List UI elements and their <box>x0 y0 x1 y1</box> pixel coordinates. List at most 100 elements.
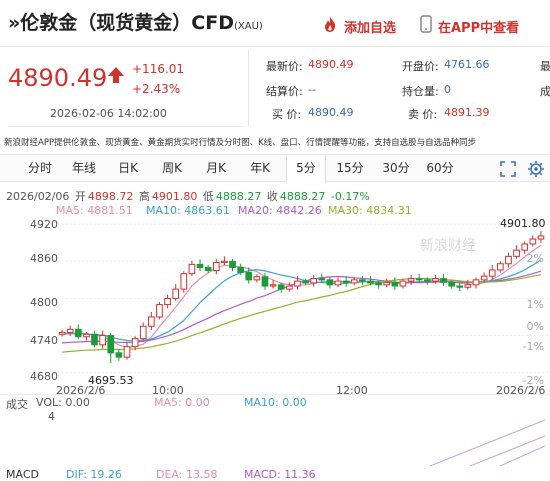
candle-body <box>180 273 188 290</box>
instrument-code: (XAU) <box>233 21 263 32</box>
settle-value: -- <box>308 83 316 96</box>
candle-body <box>131 338 139 348</box>
candle-body <box>204 266 212 272</box>
candle-body <box>196 263 204 268</box>
tab-daily-k[interactable]: 日K <box>110 155 146 182</box>
candle-body <box>407 278 415 282</box>
tab-15min[interactable]: 15分 <box>332 155 368 182</box>
info-description: 新浪财经APP提供伦敦金、现货黄金、黄金期货实时行情及分时图、K线、盘口、行情提… <box>4 138 477 148</box>
candle-body <box>285 285 293 290</box>
phone-icon <box>420 15 432 37</box>
ohlc-row: 2026/02/06 开 4898.72 高 4901.80 低 4888.27 收4… <box>6 190 370 203</box>
candle-body <box>212 262 220 272</box>
tab-year-line[interactable]: 年线 <box>66 155 102 182</box>
candle-body <box>123 346 131 358</box>
price-change: +116.01 <box>132 62 185 76</box>
candle-body <box>456 285 464 288</box>
hold-label: 持仓量: <box>402 85 439 98</box>
open-value: 4761.66 <box>444 58 490 71</box>
macd-label: MACD <box>6 468 39 481</box>
price-divider <box>8 126 242 127</box>
view-in-app-button[interactable]: 在APP中查看 <box>420 15 519 37</box>
flame-icon <box>322 15 338 37</box>
candle-body <box>415 278 423 281</box>
candle-body <box>537 235 545 240</box>
candle-body <box>350 279 358 284</box>
candle-body <box>91 333 98 346</box>
page-title: »伦敦金（现货黄金）CFD(XAU) <box>8 12 263 34</box>
kline-chart[interactable]: 新浪财经 4901.80 4695.53 <box>0 212 550 402</box>
candle-body <box>318 278 326 281</box>
candle-body <box>383 281 391 286</box>
bid-label: 买 价: <box>272 108 302 121</box>
candle-body <box>521 243 529 251</box>
ma-lines <box>62 244 542 353</box>
chart-grid <box>58 223 550 374</box>
candle-body <box>115 352 123 358</box>
candle-body <box>58 331 66 335</box>
tab-yearly-k[interactable]: 年K <box>242 155 278 182</box>
macd-value: MACD: 11.36 <box>244 468 316 481</box>
candle-body <box>497 263 504 271</box>
macd-dif: DIF: 19.26 <box>66 468 122 481</box>
y-tick-4800: 4800 <box>30 296 58 309</box>
candle-body <box>294 280 301 287</box>
expand-icon[interactable] <box>500 161 516 181</box>
candle-body <box>156 304 163 318</box>
pct-tick-0: 0% <box>526 320 544 333</box>
candle-body <box>172 288 180 299</box>
candle-body <box>472 279 480 286</box>
tab-weekly-k[interactable]: 周K <box>154 155 190 182</box>
candle-body <box>448 281 455 287</box>
candle-body <box>148 316 155 327</box>
tab-5min[interactable]: 5分 <box>286 155 326 183</box>
pct-tick-2: 2% <box>526 252 544 265</box>
candle-body <box>229 260 236 268</box>
y-tick-4740: 4740 <box>30 334 58 347</box>
hold-value: 0 <box>444 83 451 96</box>
candle-body <box>326 279 334 286</box>
candle-body <box>342 280 350 284</box>
candle-body <box>367 280 374 284</box>
candle-body <box>480 275 488 281</box>
pct-tick-m1: -1% <box>522 340 544 353</box>
candle-body <box>432 278 439 282</box>
candle-body <box>74 328 82 338</box>
candle-body <box>505 255 512 265</box>
latest-value: 4890.49 <box>308 58 354 71</box>
tab-30min[interactable]: 30分 <box>376 155 416 182</box>
pct-tick-1: 1% <box>526 298 544 311</box>
latest-label: 最新价: <box>266 60 303 73</box>
candle-body <box>488 269 496 277</box>
ohlc-low: 4888.27 <box>215 190 262 203</box>
candle-body <box>464 284 472 288</box>
macd-dea: DEA: 13.58 <box>156 468 218 481</box>
candle-body <box>359 279 366 282</box>
ohlc-open: 4898.72 <box>87 190 134 203</box>
tab-monthly-k[interactable]: 月K <box>198 155 234 182</box>
period-tabs: 分时 年线 日K 周K 月K 年K 5分 15分 30分 60分 <box>0 154 550 183</box>
candle-body <box>164 297 171 306</box>
candle-body <box>188 263 196 275</box>
candle-body <box>261 276 269 287</box>
tab-intraday[interactable]: 分时 <box>22 155 58 182</box>
high-price-label: 4901.80 <box>500 217 546 230</box>
current-price: 4890.49 <box>8 64 108 92</box>
tab-60min[interactable]: 60分 <box>420 155 460 182</box>
price-change-pct: +2.43% <box>132 82 181 96</box>
cut-label-1: 最 <box>540 60 550 73</box>
watermark: 新浪财经 <box>420 238 476 254</box>
candle-body <box>513 249 520 257</box>
settings-icon[interactable] <box>527 160 545 182</box>
candle-body <box>237 266 244 273</box>
ma10-line <box>62 259 542 342</box>
ohlc-high: 4901.80 <box>151 190 198 203</box>
add-watchlist-button[interactable]: 添加自选 <box>322 15 396 37</box>
y-tick-4920: 4920 <box>30 218 58 231</box>
candle-body <box>83 333 90 338</box>
candle-body <box>99 335 106 346</box>
ohlc-close: 4888.27 <box>279 190 326 203</box>
y-tick-4860: 4860 <box>30 252 58 265</box>
candle-body <box>253 276 261 281</box>
candle-body <box>245 271 253 281</box>
